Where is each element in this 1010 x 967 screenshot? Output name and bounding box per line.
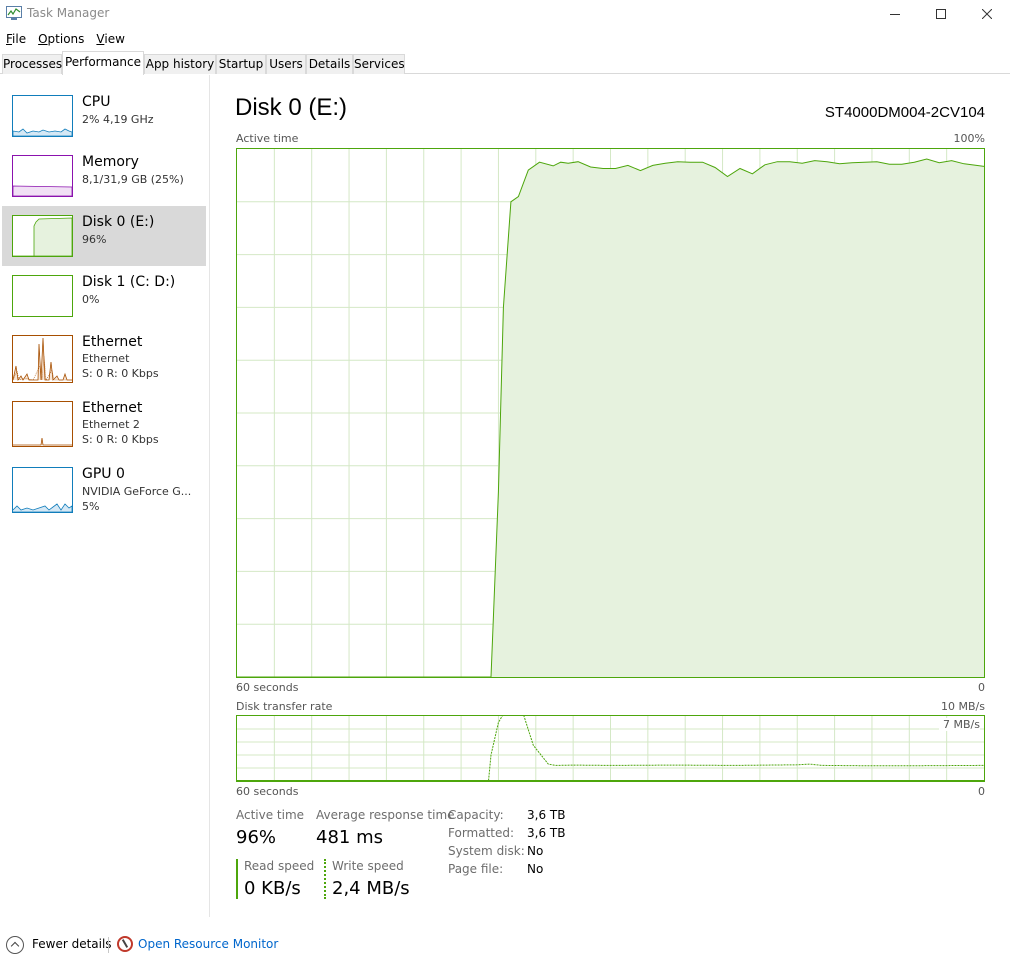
close-icon [982,9,992,19]
system-disk-value: No [527,844,544,858]
device-status: 2% 4,19 GHz [82,113,154,126]
capacity-label: Capacity: [448,808,504,822]
device-name: Disk 0 (E:) [82,214,155,230]
footer: Fewer details Open Resource Monitor [0,930,1010,960]
device-status: 5% [82,500,100,513]
disk0-mini-graph [12,215,73,257]
device-disk-1[interactable]: Disk 1 (C: D:) 0% [2,269,206,329]
chart-grid [237,716,984,781]
time-zero-label: 0 [978,681,985,694]
chevron-up-icon[interactable] [6,936,24,954]
avg-response-label: Average response time [316,808,455,822]
device-disk-0[interactable]: Disk 0 (E:) 96% [2,206,206,266]
open-resource-monitor-link[interactable]: Open Resource Monitor [138,937,278,951]
fewer-details-button[interactable]: Fewer details [32,937,112,951]
system-disk-label: System disk: [448,844,525,858]
transfer-scale-tag: 7 MB/s [939,718,980,731]
page-title: Disk 0 (E:) [235,94,348,121]
write-speed-value: 2,4 MB/s [332,878,410,899]
device-model: NVIDIA GeForce G... [82,485,192,498]
transfer-max-label: 10 MB/s [941,700,985,713]
device-list: CPU 2% 4,19 GHz Memory 8,1/31,9 GB (25%)… [0,75,210,917]
maximize-icon [936,9,946,19]
gpu-mini-graph [12,467,73,513]
ethernet2-mini-graph [12,401,73,447]
ethernet1-mini-graph [12,335,73,383]
tab-services[interactable]: Services [353,54,405,74]
active-time-chart-label: Active time [236,132,299,145]
tab-details[interactable]: Details [306,54,353,74]
device-memory[interactable]: Memory 8,1/31,9 GB (25%) [2,149,206,209]
device-status: 96% [82,233,107,246]
disk-model: ST4000DM004-2CV104 [824,104,985,121]
device-ethernet-1[interactable]: Ethernet Ethernet S: 0 R: 0 Kbps [2,329,206,389]
device-status: S: 0 R: 0 Kbps [82,433,159,446]
close-button[interactable] [964,0,1010,28]
transfer-chart-label: Disk transfer rate [236,700,333,713]
active-time-chart [236,148,985,678]
menu-options[interactable]: Options [32,30,90,48]
resource-monitor-icon [117,936,133,952]
minimize-icon [890,14,900,15]
device-name: CPU [82,94,111,110]
page-file-value: No [527,862,544,876]
device-name: GPU 0 [82,466,125,482]
device-ethernet-2[interactable]: Ethernet Ethernet 2 S: 0 R: 0 Kbps [2,395,206,455]
menu-bar: File Options View [0,30,131,48]
active-time-value: 96% [236,827,277,848]
device-name: Memory [82,154,139,170]
time-span-label: 60 seconds [236,681,299,694]
disk1-mini-graph [12,275,73,317]
device-gpu-0[interactable]: GPU 0 NVIDIA GeForce G... 5% [2,461,206,521]
tab-startup[interactable]: Startup [216,54,266,74]
tab-users[interactable]: Users [266,54,306,74]
memory-mini-graph [12,155,73,197]
device-adapter: Ethernet [82,352,130,365]
tab-strip: Processes Performance App history Startu… [0,51,1010,75]
device-status: S: 0 R: 0 Kbps [82,367,159,380]
device-status: 0% [82,293,100,306]
cpu-mini-graph [12,95,73,137]
time-span-label: 60 seconds [236,785,299,798]
menu-file[interactable]: File [0,30,32,48]
capacity-value: 3,6 TB [527,808,566,822]
device-adapter: Ethernet 2 [82,418,140,431]
read-speed-label: Read speed [244,859,315,873]
formatted-value: 3,6 TB [527,826,566,840]
read-speed-value: 0 KB/s [244,878,301,899]
active-time-max-label: 100% [953,132,985,145]
page-file-label: Page file: [448,862,504,876]
active-time-label: Active time [236,808,305,822]
formatted-label: Formatted: [448,826,515,840]
device-name: Disk 1 (C: D:) [82,274,176,290]
transfer-rate-chart: 7 MB/s [236,715,985,782]
menu-view[interactable]: View [90,30,130,48]
write-speed-indicator [324,859,326,899]
device-cpu[interactable]: CPU 2% 4,19 GHz [2,89,206,149]
footer-separator [108,937,109,953]
tab-processes[interactable]: Processes [2,54,62,74]
window-title: Task Manager [27,6,110,20]
tab-app-history[interactable]: App history [144,54,216,74]
device-name: Ethernet [82,400,143,416]
minimize-button[interactable] [872,0,918,28]
read-speed-indicator [236,859,238,899]
time-zero-label: 0 [978,785,985,798]
task-manager-icon [6,6,22,20]
avg-response-value: 481 ms [316,827,383,848]
device-name: Ethernet [82,334,143,350]
tab-performance[interactable]: Performance [62,51,144,75]
maximize-button[interactable] [918,0,964,28]
device-status: 8,1/31,9 GB (25%) [82,173,184,186]
write-speed-label: Write speed [332,859,404,873]
title-bar: Task Manager [0,0,1010,28]
